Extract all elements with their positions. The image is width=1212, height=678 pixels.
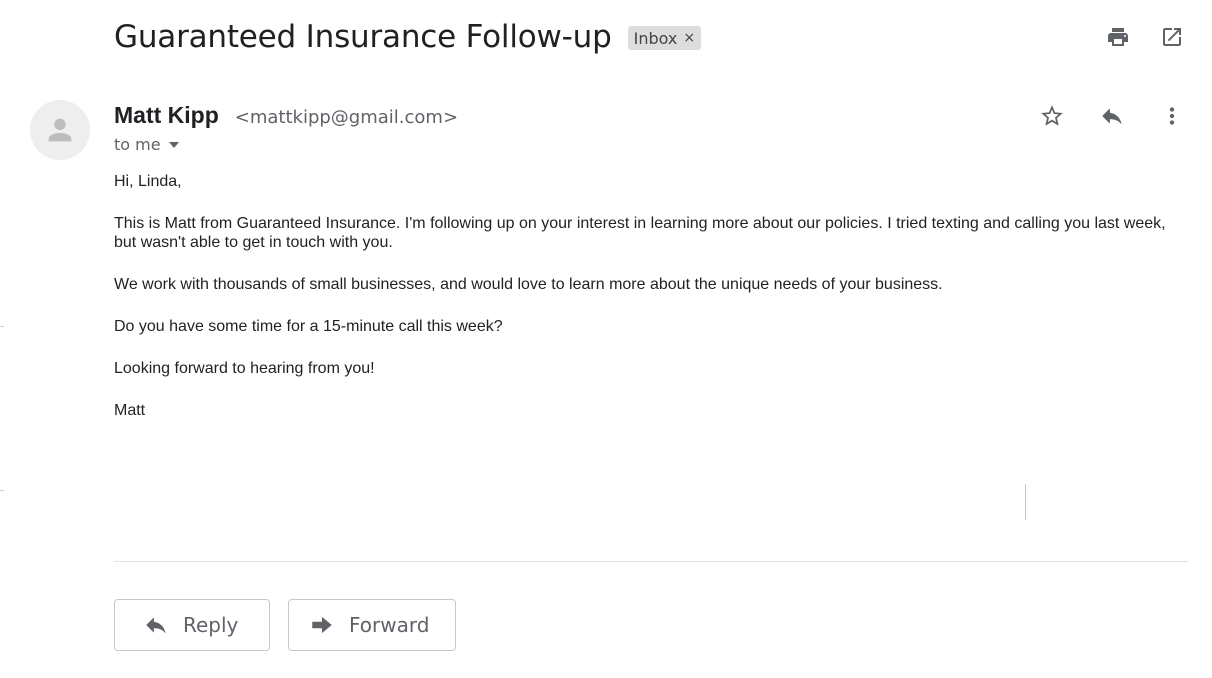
label-chip-text: Inbox	[633, 28, 678, 48]
subject-header: Guaranteed Insurance Follow-up Inbox ×	[114, 14, 702, 60]
person-icon	[48, 118, 72, 142]
caret-down-icon	[168, 141, 179, 148]
remove-label-button[interactable]: ×	[683, 30, 695, 46]
edge-divider-mark	[0, 326, 4, 327]
body-paragraph: Do you have some time for a 15-minute ca…	[114, 318, 503, 335]
forward-arrow-icon	[312, 616, 332, 634]
recipient-line: to me	[114, 135, 161, 154]
body-paragraph: Matt	[114, 402, 146, 419]
sender-email: <mattkipp@gmail.com>	[234, 107, 459, 128]
forward-button[interactable]: Forward	[288, 599, 456, 651]
edge-divider-mark	[0, 490, 4, 491]
message-divider	[114, 561, 1188, 562]
print-icon[interactable]	[1105, 24, 1131, 50]
email-subject: Guaranteed Insurance Follow-up	[114, 19, 612, 55]
star-icon[interactable]	[1038, 102, 1066, 130]
reply-button[interactable]: Reply	[114, 599, 270, 651]
body-paragraph: We work with thousands of small business…	[114, 276, 943, 293]
text-cursor	[1025, 484, 1026, 520]
body-paragraph: This is Matt from Guaranteed Insurance. …	[114, 215, 1166, 251]
more-vert-icon[interactable]	[1158, 102, 1186, 130]
sender-name[interactable]: Matt Kipp	[114, 102, 219, 129]
body-paragraph: Looking forward to hearing from you!	[114, 360, 375, 377]
recipient-details-toggle[interactable]: to me	[114, 135, 179, 154]
open-in-new-icon[interactable]	[1159, 24, 1185, 50]
email-body: Hi, Linda, This is Matt from Guaranteed …	[114, 172, 1174, 443]
inbox-label-chip[interactable]: Inbox ×	[627, 26, 702, 50]
reply-arrow-icon	[146, 617, 166, 634]
sender-avatar[interactable]	[30, 100, 90, 160]
sender-info: Matt Kipp <mattkipp@gmail.com>	[114, 102, 458, 129]
reply-button-label: Reply	[183, 613, 239, 637]
reply-icon[interactable]	[1098, 102, 1126, 130]
forward-button-label: Forward	[349, 613, 430, 637]
body-paragraph: Hi, Linda,	[114, 173, 182, 190]
